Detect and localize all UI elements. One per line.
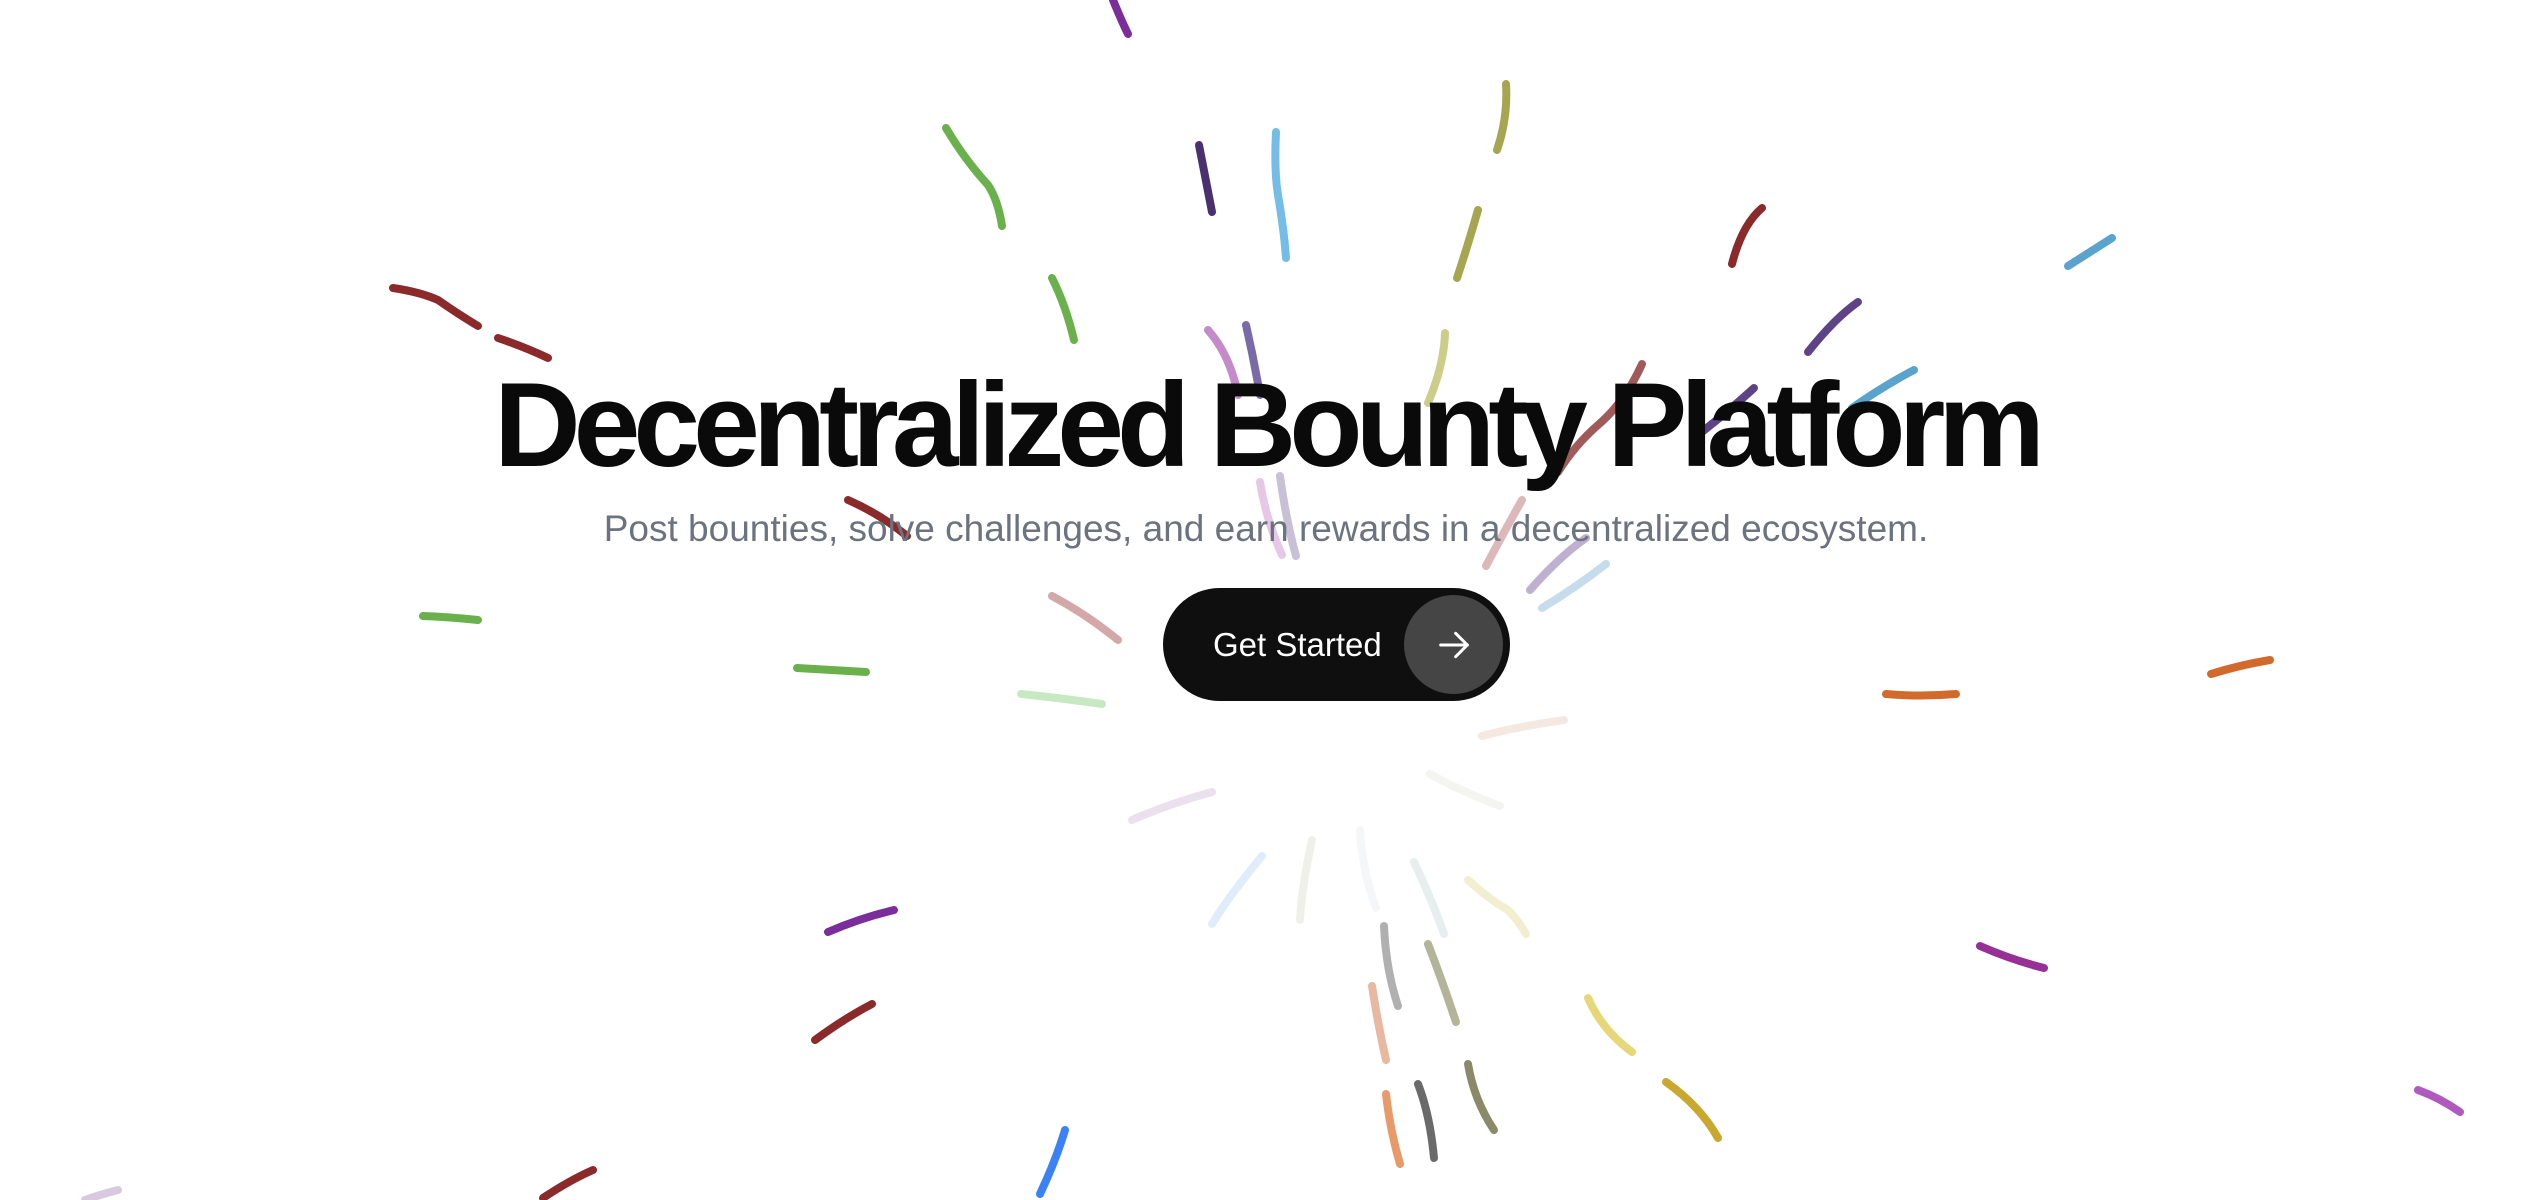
confetti-streak [1424,940,1460,1026]
confetti-streak [1464,1060,1498,1134]
confetti-streak [1296,836,1316,924]
confetti-streak [1380,922,1402,1010]
confetti-streak [1195,141,1216,216]
confetti-streak [419,612,482,624]
arrow-right-icon [1404,595,1503,694]
confetti-streak [1426,770,1504,810]
confetti-streak [824,906,898,936]
confetti-streak [1662,1078,1722,1142]
confetti-streak [1493,80,1511,154]
confetti-streak [1464,876,1530,938]
confetti-streak [1584,994,1636,1056]
confetti-streak [2064,234,2116,270]
confetti-streak [1976,942,2048,972]
page-title: Decentralized Bounty Platform [494,358,2045,492]
confetti-streak [1414,1080,1438,1162]
confetti-streak [1356,826,1380,912]
confetti-streak [793,664,870,676]
confetti-streak [1368,982,1390,1064]
confetti-streak [1036,1126,1069,1198]
confetti-streak [1804,298,1862,356]
confetti-streak [389,284,482,330]
confetti-streak [1882,690,1960,700]
confetti-streak [1048,274,1078,344]
confetti-streak [1109,0,1132,38]
confetti-streak [81,1186,122,1200]
confetti-streak [1128,788,1216,824]
get-started-button[interactable]: Get Started [1163,588,1510,701]
confetti-streak [811,1000,876,1044]
confetti-streak [1048,592,1122,644]
confetti-streak [1017,690,1106,708]
confetti-streak [1728,204,1766,268]
get-started-label: Get Started [1213,625,1382,663]
confetti-streak [2207,656,2274,678]
page-subtitle: Post bounties, solve challenges, and ear… [603,508,1929,549]
confetti-streak [1271,128,1290,262]
confetti-streak [1382,1090,1404,1168]
confetti-streak [1538,560,1610,612]
confetti-streak [1208,852,1266,928]
confetti-streak [1478,716,1568,740]
confetti-streak [2414,1086,2464,1116]
confetti-streak [1453,206,1482,282]
confetti-streak [1410,858,1448,938]
hero-section: Decentralized Bounty Platform Post bount… [0,355,2532,555]
confetti-streak [539,1166,597,1200]
confetti-streak [942,124,1006,230]
